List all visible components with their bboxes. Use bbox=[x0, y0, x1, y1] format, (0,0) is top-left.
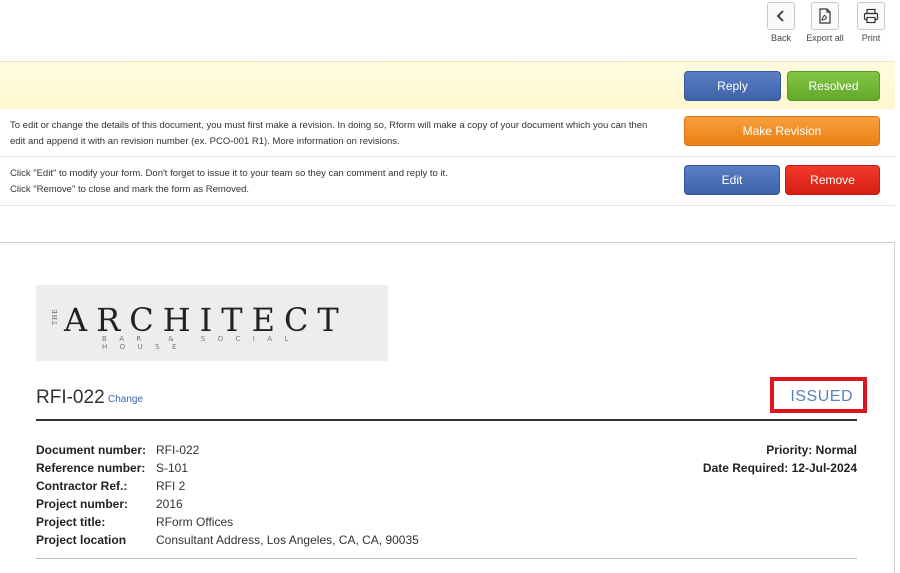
back-label: Back bbox=[770, 33, 791, 43]
export-all-label: Export all bbox=[806, 33, 844, 43]
revision-row: To edit or change the details of this do… bbox=[0, 109, 895, 157]
field-label: Project title: bbox=[36, 515, 106, 529]
export-all-button[interactable]: Export all bbox=[805, 2, 845, 43]
back-button[interactable]: Back bbox=[761, 2, 801, 43]
field-value: RFI 2 bbox=[156, 479, 186, 493]
reply-button[interactable]: Reply bbox=[684, 71, 781, 101]
print-label: Print bbox=[861, 33, 881, 43]
field-date-required: Date Required: 12-Jul-2024 bbox=[703, 461, 857, 479]
field-value: Consultant Address, Los Angeles, CA, CA,… bbox=[156, 533, 419, 547]
logo-wordmark: ARCHITECT bbox=[64, 301, 348, 339]
field-value: 2016 bbox=[156, 497, 183, 511]
change-link[interactable]: Change bbox=[108, 394, 143, 405]
field-label: Project number: bbox=[36, 497, 129, 511]
edit-button[interactable]: Edit bbox=[684, 165, 780, 195]
field-label: Reference number: bbox=[36, 461, 146, 475]
issued-status-highlight: ISSUED bbox=[770, 377, 867, 413]
document-title: RFI-022 bbox=[36, 387, 105, 408]
field-label: Document number: bbox=[36, 443, 147, 457]
resolved-button[interactable]: Resolved bbox=[787, 71, 880, 101]
make-revision-button[interactable]: Make Revision bbox=[684, 116, 880, 146]
field-priority: Priority: Normal bbox=[703, 443, 857, 461]
reply-actions-row: Reply Resolved bbox=[0, 61, 895, 110]
field-value: RFI-022 bbox=[156, 443, 200, 457]
field-label: Project location bbox=[36, 533, 127, 547]
export-pdf-icon bbox=[811, 2, 839, 30]
field-value: S-101 bbox=[156, 461, 189, 475]
document-meta: Priority: Normal Date Required: 12-Jul-2… bbox=[703, 443, 857, 479]
date-required-value: 12-Jul-2024 bbox=[791, 461, 857, 475]
details-divider bbox=[36, 558, 857, 559]
title-divider bbox=[36, 419, 857, 421]
edit-instructions: Click "Edit" to modify your form. Don't … bbox=[10, 166, 665, 198]
chevron-left-icon bbox=[767, 2, 795, 30]
field-value: RForm Offices bbox=[156, 515, 234, 529]
printer-icon bbox=[857, 2, 885, 30]
remove-instruction-line: Click "Remove" to close and mark the for… bbox=[10, 184, 250, 195]
logo-the: THE bbox=[52, 308, 59, 325]
priority-label: Priority: bbox=[766, 443, 813, 457]
edit-row: Click "Edit" to modify your form. Don't … bbox=[0, 157, 895, 206]
field-label: Contractor Ref.: bbox=[36, 479, 128, 493]
logo-tagline: BAR & SOCIAL HOUSE bbox=[102, 335, 301, 351]
revision-instructions: To edit or change the details of this do… bbox=[10, 120, 648, 147]
remove-button[interactable]: Remove bbox=[785, 165, 880, 195]
top-toolbar: Back Export all Print bbox=[0, 0, 900, 61]
architect-logo: THE ARCHITECT BAR & SOCIAL HOUSE bbox=[36, 285, 388, 361]
priority-value: Normal bbox=[815, 443, 857, 457]
status-badge: ISSUED bbox=[790, 388, 853, 405]
print-button[interactable]: Print bbox=[851, 2, 891, 43]
edit-instruction-line: Click "Edit" to modify your form. Don't … bbox=[10, 168, 448, 179]
date-required-label: Date Required: bbox=[702, 461, 789, 475]
